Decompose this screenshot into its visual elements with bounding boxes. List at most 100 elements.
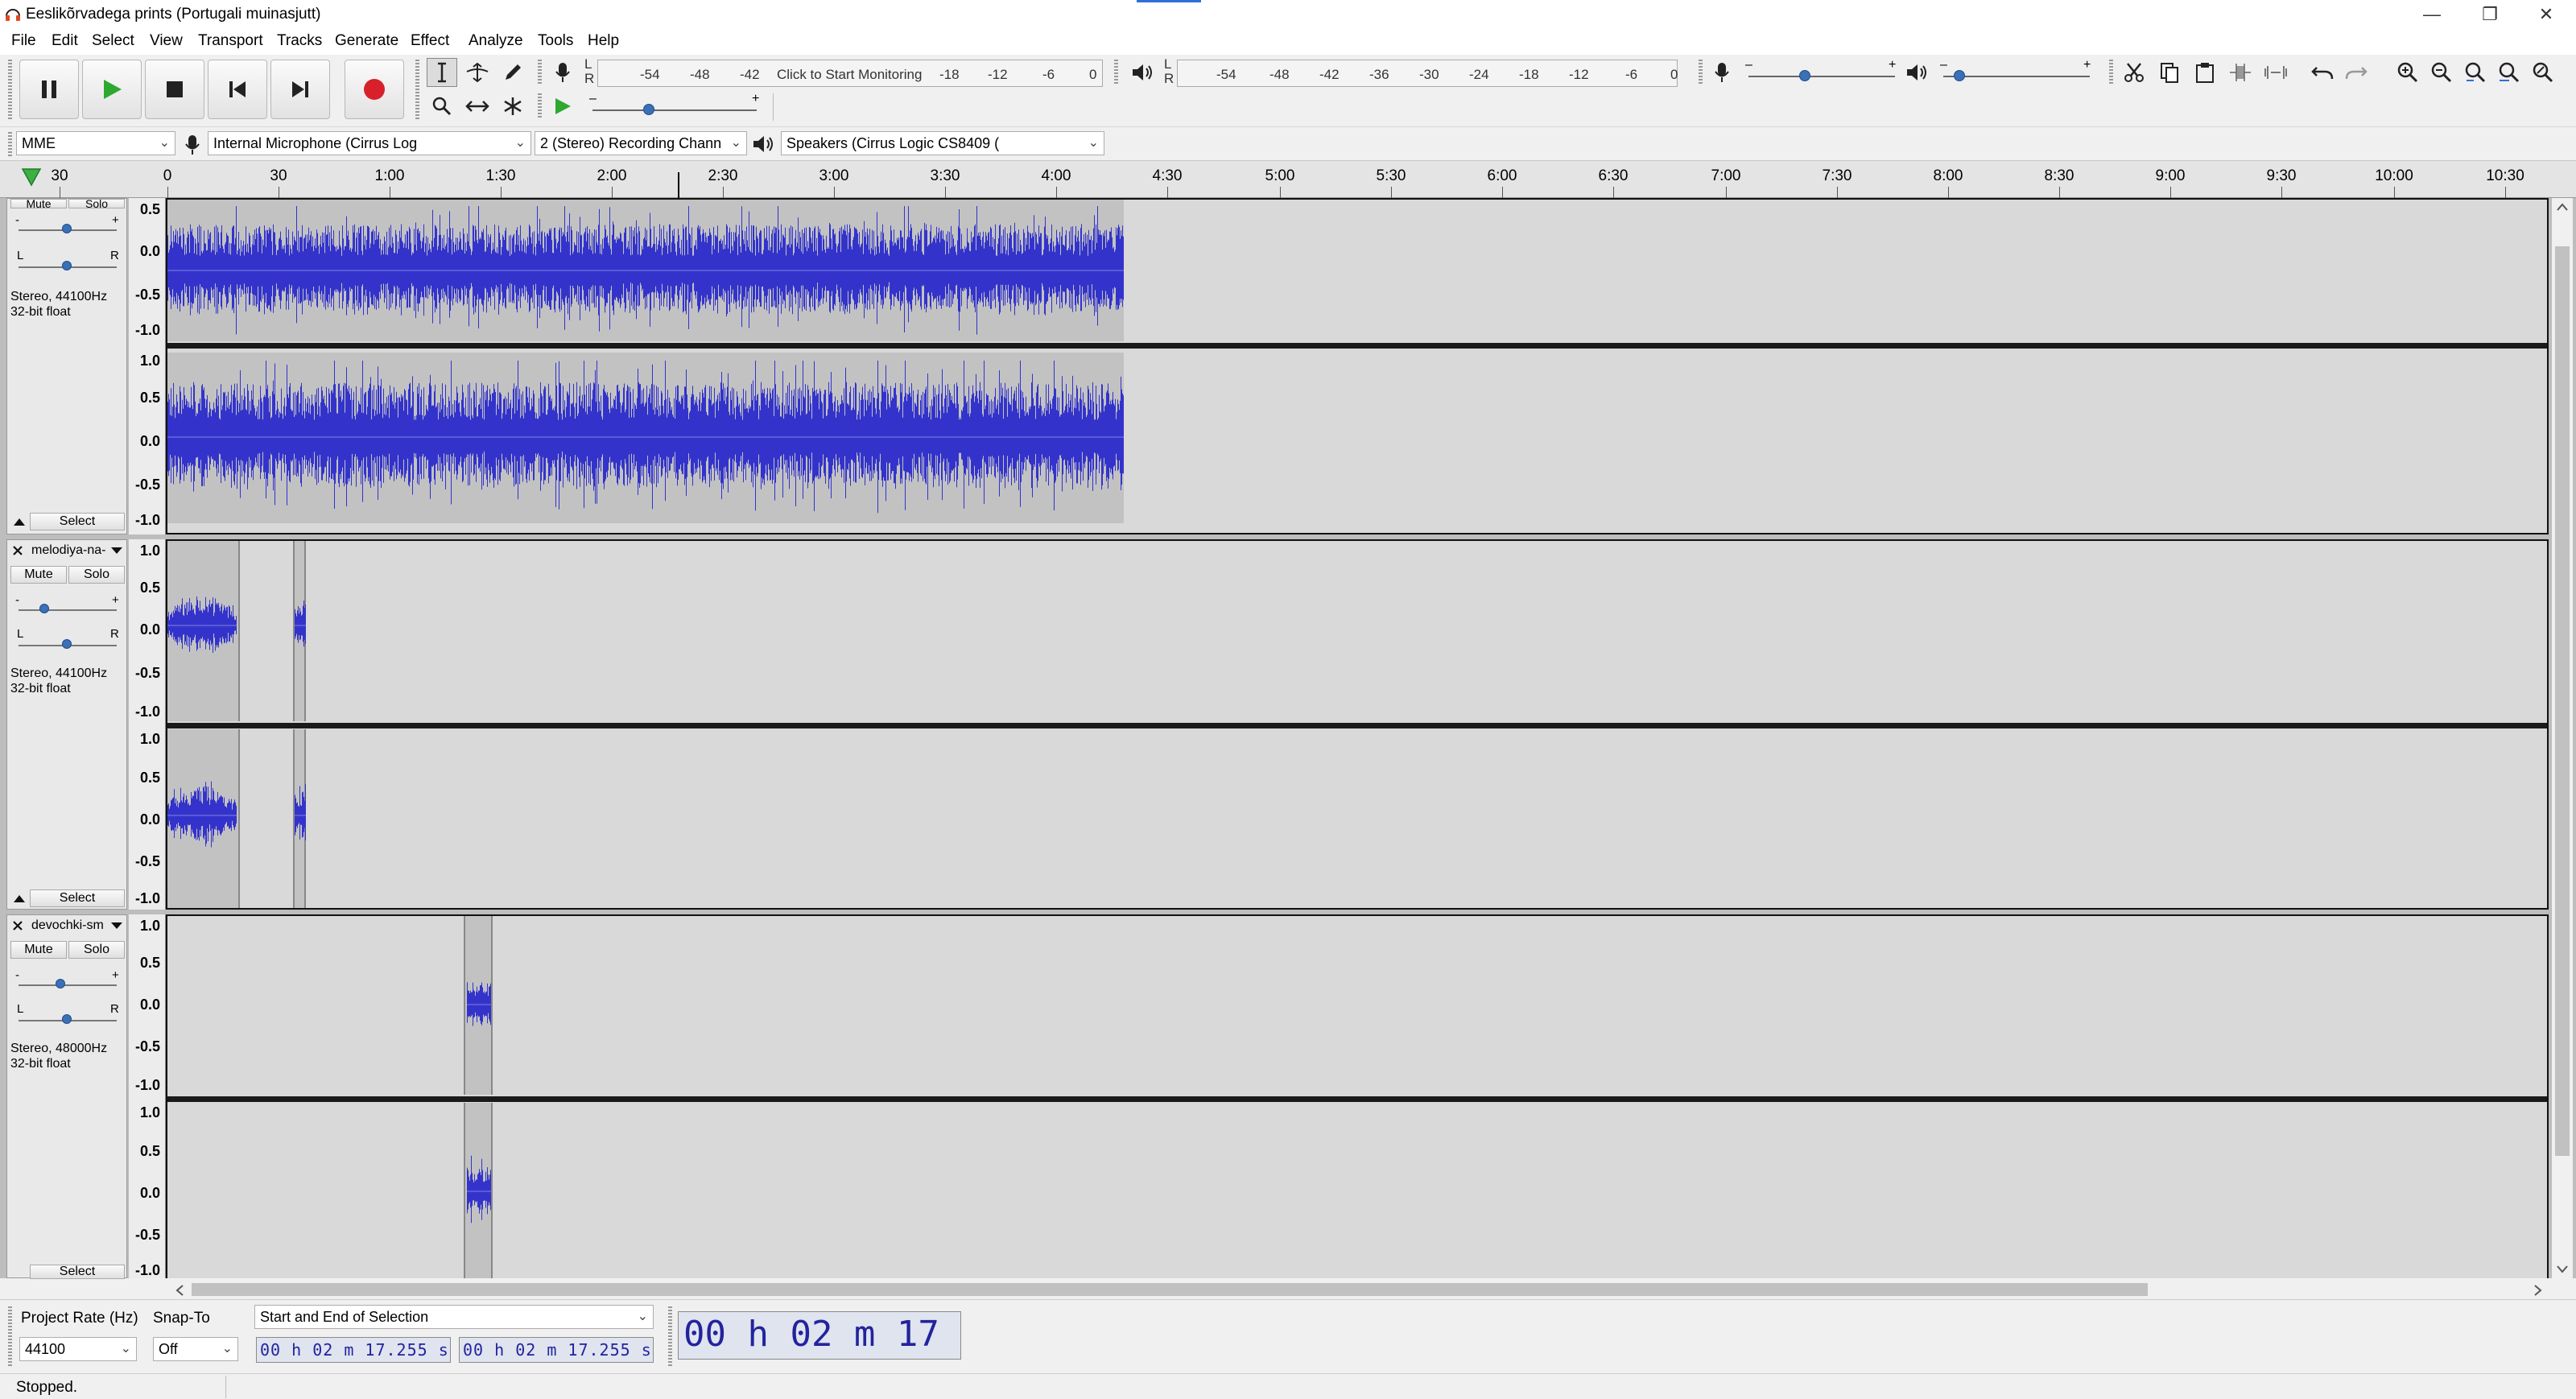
pinned-play-head-icon[interactable] bbox=[21, 167, 42, 187]
toolbar-grip[interactable] bbox=[538, 60, 542, 84]
project-rate-select[interactable]: 44100 ⌄ bbox=[19, 1337, 137, 1361]
pan-slider[interactable]: L R bbox=[15, 627, 120, 651]
timeline-ruler[interactable]: 30 0 30 1:00 1:30 2:00 2:30 3:00 3:30 4:00 4:30 5:0… bbox=[0, 161, 2576, 198]
minimize-button[interactable]: — bbox=[2404, 0, 2460, 29]
menu-edit[interactable]: Edit bbox=[50, 32, 80, 50]
solo-button[interactable]: Solo bbox=[68, 566, 125, 584]
start-monitoring-label[interactable]: Click to Start Monitoring bbox=[777, 67, 922, 83]
toolbar-grip[interactable] bbox=[8, 1306, 12, 1366]
scroll-up-icon[interactable] bbox=[2557, 203, 2568, 211]
toolbar-grip[interactable] bbox=[1699, 60, 1703, 84]
toolbar-grip[interactable] bbox=[2109, 60, 2113, 84]
scroll-down-icon[interactable] bbox=[2557, 1265, 2568, 1273]
menu-select[interactable]: Select bbox=[90, 32, 136, 50]
play-button[interactable] bbox=[82, 60, 142, 119]
zoom-toggle-button[interactable] bbox=[2528, 58, 2558, 87]
record-meter-button[interactable] bbox=[547, 58, 578, 87]
scroll-thumb[interactable] bbox=[192, 1283, 2148, 1296]
redo-button[interactable] bbox=[2341, 58, 2372, 87]
select-track-button[interactable]: Select bbox=[30, 513, 125, 530]
pan-slider[interactable]: L R bbox=[15, 249, 120, 273]
draw-tool[interactable] bbox=[497, 58, 528, 87]
vertical-scrollbar[interactable] bbox=[2552, 198, 2573, 1278]
track-menu-arrow-icon[interactable] bbox=[110, 922, 123, 930]
gain-slider[interactable]: - + bbox=[15, 213, 120, 239]
record-volume-slider[interactable]: – + bbox=[1745, 58, 1898, 85]
gain-slider[interactable]: - + bbox=[15, 593, 120, 619]
slider-knob[interactable] bbox=[62, 261, 72, 270]
paste-button[interactable] bbox=[2190, 58, 2220, 87]
audio-position-time[interactable]: 00 h 02 m 17 s bbox=[678, 1311, 961, 1360]
skip-to-end-button[interactable] bbox=[270, 60, 330, 119]
fit-project-button[interactable] bbox=[2494, 58, 2524, 87]
trim-button[interactable] bbox=[2225, 58, 2256, 87]
selection-start-time[interactable]: 00 h 02 m 17.255 s bbox=[256, 1337, 451, 1363]
skip-to-start-button[interactable] bbox=[208, 60, 267, 119]
scroll-thumb[interactable] bbox=[2555, 246, 2570, 1156]
cut-button[interactable] bbox=[2119, 58, 2149, 87]
collapse-track-icon[interactable] bbox=[12, 516, 27, 527]
undo-button[interactable] bbox=[2307, 58, 2338, 87]
audio-host-select[interactable]: MME ⌄ bbox=[16, 131, 175, 155]
close-button[interactable]: ✕ bbox=[2518, 0, 2574, 29]
restore-button[interactable]: ❐ bbox=[2462, 0, 2518, 29]
selection-end-time[interactable]: 00 h 02 m 17.255 s bbox=[459, 1337, 654, 1363]
record-meter[interactable]: -54 -48 -42 Click to Start Monitoring -1… bbox=[597, 60, 1103, 87]
track-menu-arrow-icon[interactable] bbox=[110, 547, 123, 555]
selection-mode-select[interactable]: Start and End of Selection ⌄ bbox=[254, 1305, 654, 1329]
mute-button[interactable]: Mute bbox=[10, 199, 67, 208]
slider-knob[interactable] bbox=[1799, 70, 1811, 81]
horizontal-scrollbar[interactable] bbox=[166, 1278, 2549, 1299]
select-track-button[interactable]: Select bbox=[30, 889, 125, 907]
record-button[interactable] bbox=[345, 60, 404, 119]
fit-selection-button[interactable] bbox=[2460, 58, 2491, 87]
track-lane[interactable] bbox=[166, 198, 2549, 534]
slider-knob[interactable] bbox=[39, 604, 49, 613]
scroll-left-icon[interactable] bbox=[175, 1285, 184, 1296]
menu-effect[interactable]: Effect bbox=[409, 32, 451, 50]
slider-knob[interactable] bbox=[62, 639, 72, 649]
zoom-out-button[interactable] bbox=[2426, 58, 2457, 87]
toolbar-grip[interactable] bbox=[8, 132, 12, 156]
play-at-speed-button[interactable] bbox=[547, 92, 578, 121]
silence-button[interactable] bbox=[2260, 58, 2291, 87]
track-lane[interactable] bbox=[166, 539, 2549, 910]
slider-knob[interactable] bbox=[642, 104, 654, 115]
playback-meter[interactable]: -54 -48 -42 -36 -30 -24 -18 -12 -6 0 bbox=[1177, 60, 1678, 87]
pause-button[interactable] bbox=[19, 60, 79, 119]
envelope-tool[interactable] bbox=[462, 58, 493, 87]
menu-tools[interactable]: Tools bbox=[536, 32, 575, 50]
toolbar-grip[interactable] bbox=[668, 1306, 672, 1366]
solo-button[interactable]: Solo bbox=[68, 199, 125, 208]
track-control-panel[interactable]: devochki-sm Mute Solo - + L R Stereo, 48… bbox=[6, 914, 127, 1279]
toolbar-grip[interactable] bbox=[538, 93, 542, 118]
menu-tracks[interactable]: Tracks bbox=[275, 32, 324, 50]
recording-channels-select[interactable]: 2 (Stereo) Recording Chann ⌄ bbox=[535, 131, 747, 155]
scroll-right-icon[interactable] bbox=[2534, 1285, 2542, 1296]
slider-knob[interactable] bbox=[56, 979, 65, 988]
slider-knob[interactable] bbox=[62, 224, 72, 233]
pan-slider[interactable]: L R bbox=[15, 1002, 120, 1026]
toolbar-grip[interactable] bbox=[8, 60, 12, 121]
multi-tool[interactable] bbox=[497, 92, 528, 121]
solo-button[interactable]: Solo bbox=[68, 941, 125, 959]
selection-tool[interactable] bbox=[427, 58, 457, 87]
playback-volume-slider[interactable]: – + bbox=[1940, 58, 2093, 85]
select-track-button[interactable]: Select bbox=[30, 1265, 125, 1279]
close-track-icon[interactable] bbox=[12, 545, 23, 556]
track-control-panel[interactable]: melodiya-na- Mute Solo - + L R Stereo, 4… bbox=[6, 539, 127, 910]
toolbar-grip[interactable] bbox=[415, 60, 419, 121]
recording-device-select[interactable]: Internal Microphone (Cirrus Log ⌄ bbox=[208, 131, 531, 155]
toolbar-grip[interactable] bbox=[1114, 60, 1118, 84]
menu-transport[interactable]: Transport bbox=[196, 32, 265, 50]
zoom-in-button[interactable] bbox=[2392, 58, 2423, 87]
mute-button[interactable]: Mute bbox=[10, 566, 67, 584]
slider-knob[interactable] bbox=[62, 1014, 72, 1024]
track-name[interactable]: melodiya-na- bbox=[31, 543, 105, 558]
menu-generate[interactable]: Generate bbox=[333, 32, 400, 50]
track-lane[interactable] bbox=[166, 914, 2549, 1280]
track-name[interactable]: devochki-sm bbox=[31, 918, 104, 933]
gain-slider[interactable]: - + bbox=[15, 968, 120, 994]
stop-button[interactable] bbox=[145, 60, 204, 119]
close-track-icon[interactable] bbox=[12, 920, 23, 931]
